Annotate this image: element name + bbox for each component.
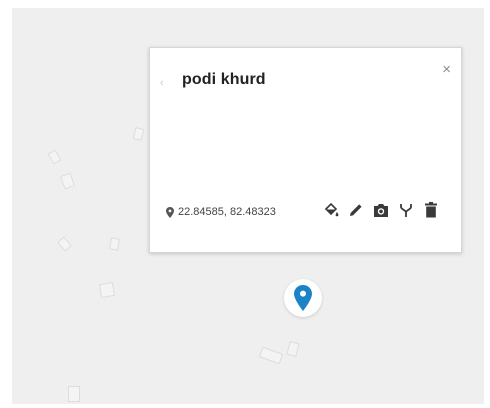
- map-ghost-tile: [57, 236, 72, 252]
- map-ghost-tile: [109, 237, 120, 251]
- popup-actions: [323, 201, 439, 219]
- map-ghost-tile: [286, 340, 300, 358]
- coordinates-text: 22.84585, 82.48323: [178, 206, 276, 218]
- map-ghost-tile: [98, 281, 116, 299]
- delete-button[interactable]: [423, 201, 439, 219]
- trash-icon: [425, 202, 437, 218]
- style-button[interactable]: [323, 201, 339, 219]
- map-marker-icon: [294, 285, 312, 311]
- add-photo-button[interactable]: [373, 201, 389, 219]
- directions-button[interactable]: [398, 201, 414, 219]
- camera-icon: [374, 203, 388, 217]
- edit-button[interactable]: [348, 201, 364, 219]
- chevron-left-icon[interactable]: ‹: [160, 78, 164, 89]
- map-ghost-tile: [132, 127, 145, 141]
- map-ghost-tile: [59, 172, 76, 190]
- coordinates-row: 22.84585, 82.48323: [166, 206, 276, 218]
- paint-bucket-icon: [324, 202, 338, 216]
- pencil-icon: [350, 204, 362, 216]
- fork-icon: [400, 203, 412, 217]
- place-info-popup: ‹ podi khurd × 22.84585, 82.48323: [149, 47, 462, 253]
- map-ghost-tile: [68, 386, 80, 402]
- map-ghost-tile: [258, 346, 284, 365]
- close-icon[interactable]: ×: [442, 62, 451, 77]
- map-marker[interactable]: [284, 279, 322, 317]
- location-pin-icon: [166, 206, 174, 218]
- map-canvas[interactable]: ‹ podi khurd × 22.84585, 82.48323: [12, 8, 484, 404]
- map-ghost-tile: [47, 149, 62, 165]
- place-title: podi khurd: [182, 71, 266, 88]
